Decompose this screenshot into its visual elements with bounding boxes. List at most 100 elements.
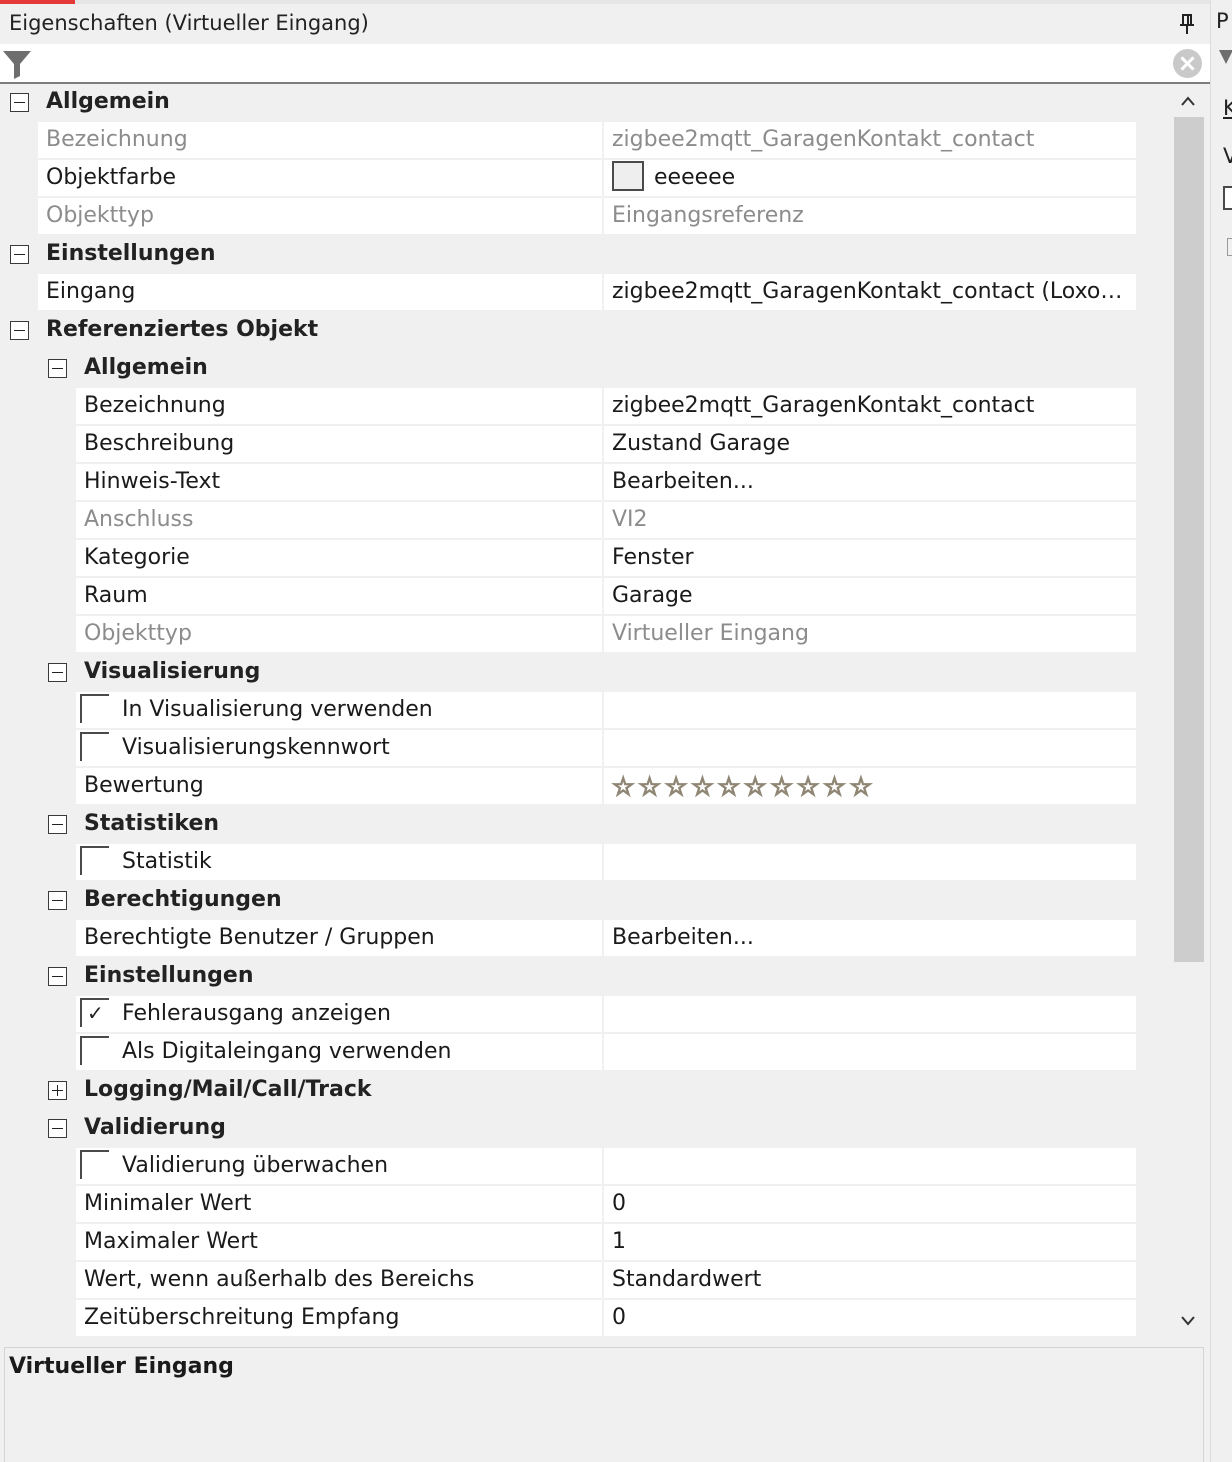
property-row-visualisierungskennwort[interactable]: Visualisierungskennwort bbox=[0, 730, 1172, 768]
category-allgemein[interactable]: Allgemein bbox=[0, 84, 1172, 122]
property-value: Virtueller Eingang bbox=[604, 616, 1136, 652]
panel-title: Eigenschaften (Virtueller Eingang) bbox=[9, 11, 369, 35]
property-row-eingang[interactable]: Eingang zigbee2mqtt_GaragenKontakt_conta… bbox=[0, 274, 1172, 312]
property-row-hinweis-text[interactable]: Hinweis-Text Bearbeiten... bbox=[0, 464, 1172, 502]
property-row-ausserhalb[interactable]: Wert, wenn außerhalb des Bereichs Standa… bbox=[0, 1262, 1172, 1300]
collapse-minus-icon[interactable] bbox=[10, 321, 29, 340]
property-name: Objekttyp bbox=[38, 198, 602, 234]
collapse-minus-icon[interactable] bbox=[10, 245, 29, 264]
vertical-scrollbar[interactable] bbox=[1172, 84, 1204, 1338]
property-name: Eingang bbox=[38, 274, 602, 310]
adjacent-panel-link[interactable]: K bbox=[1223, 96, 1232, 120]
property-value[interactable]: eeeeee bbox=[604, 160, 1136, 196]
checkmark-icon: ✓ bbox=[87, 1001, 104, 1025]
property-value: Eingangsreferenz bbox=[604, 198, 1136, 234]
property-row-maximaler-wert[interactable]: Maximaler Wert 1 bbox=[0, 1224, 1172, 1262]
property-value[interactable]: ☆☆☆☆☆☆☆☆☆☆ bbox=[604, 768, 1136, 804]
expand-plus-icon[interactable] bbox=[48, 1081, 67, 1100]
category-label: Visualisierung bbox=[84, 659, 261, 684]
fehlerausgang-checkbox[interactable]: ✓ bbox=[80, 998, 109, 1027]
property-value[interactable]: 0 bbox=[604, 1300, 1136, 1336]
property-row-digitaleingang[interactable]: Als Digitaleingang verwenden bbox=[0, 1034, 1172, 1072]
adjacent-checkbox[interactable] bbox=[1223, 186, 1232, 210]
property-row-beschreibung[interactable]: Beschreibung Zustand Garage bbox=[0, 426, 1172, 464]
property-value[interactable]: Bearbeiten... bbox=[604, 464, 1136, 500]
property-row-ref-bezeichnung[interactable]: Bezeichnung zigbee2mqtt_GaragenKontakt_c… bbox=[0, 388, 1172, 426]
property-row-minimaler-wert[interactable]: Minimaler Wert 0 bbox=[0, 1186, 1172, 1224]
property-row-objekttyp: Objekttyp Eingangsreferenz bbox=[0, 198, 1172, 236]
property-name: Berechtigte Benutzer / Gruppen bbox=[76, 920, 602, 956]
property-value[interactable]: Standardwert bbox=[604, 1262, 1136, 1298]
collapse-minus-icon[interactable] bbox=[48, 1119, 67, 1138]
property-name: Zeitüberschreitung Empfang bbox=[76, 1300, 602, 1336]
validierung-checkbox[interactable] bbox=[80, 1150, 109, 1179]
property-name: Wert, wenn außerhalb des Bereichs bbox=[76, 1262, 602, 1298]
property-row-fehlerausgang[interactable]: ✓ Fehlerausgang anzeigen bbox=[0, 996, 1172, 1034]
category-label: Validierung bbox=[84, 1115, 226, 1140]
property-name: Raum bbox=[76, 578, 602, 614]
subcategory-allgemein[interactable]: Allgemein bbox=[0, 350, 1172, 388]
digitaleingang-checkbox[interactable] bbox=[80, 1036, 109, 1065]
collapse-minus-icon[interactable] bbox=[48, 663, 67, 682]
property-row-kategorie[interactable]: Kategorie Fenster bbox=[0, 540, 1172, 578]
subcategory-berechtigungen[interactable]: Berechtigungen bbox=[0, 882, 1172, 920]
property-row-berechtigte-benutzer[interactable]: Berechtigte Benutzer / Gruppen Bearbeite… bbox=[0, 920, 1172, 958]
property-value[interactable]: Fenster bbox=[604, 540, 1136, 576]
filter-funnel-icon bbox=[2, 49, 32, 79]
property-row-in-visualisierung[interactable]: In Visualisierung verwenden bbox=[0, 692, 1172, 730]
scrollbar-thumb[interactable] bbox=[1174, 117, 1204, 962]
property-value[interactable]: zigbee2mqtt_GaragenKontakt_contact (Loxo… bbox=[604, 274, 1136, 310]
property-value[interactable]: 1 bbox=[604, 1224, 1136, 1260]
checkbox-label: Als Digitaleingang verwenden bbox=[122, 1039, 452, 1064]
visualisierungskennwort-checkbox[interactable] bbox=[80, 732, 109, 761]
property-row-objektfarbe[interactable]: Objektfarbe eeeeee bbox=[0, 160, 1172, 198]
property-value[interactable]: Bearbeiten... bbox=[604, 920, 1136, 956]
property-name: Minimaler Wert bbox=[76, 1186, 602, 1222]
subcategory-statistiken[interactable]: Statistiken bbox=[0, 806, 1172, 844]
visualisierung-verwenden-checkbox[interactable] bbox=[80, 694, 109, 723]
property-value bbox=[604, 1034, 1136, 1070]
category-label: Referenziertes Objekt bbox=[46, 317, 319, 342]
color-swatch[interactable] bbox=[612, 161, 644, 191]
property-value[interactable]: Garage bbox=[604, 578, 1136, 614]
property-value[interactable]: Zustand Garage bbox=[604, 426, 1136, 462]
subcategory-einstellungen[interactable]: Einstellungen bbox=[0, 958, 1172, 996]
category-einstellungen[interactable]: Einstellungen bbox=[0, 236, 1172, 274]
property-row-raum[interactable]: Raum Garage bbox=[0, 578, 1172, 616]
category-label: Statistiken bbox=[84, 811, 220, 836]
scroll-down-icon[interactable] bbox=[1172, 1306, 1204, 1336]
property-value[interactable]: 0 bbox=[604, 1186, 1136, 1222]
property-row-validierung-ueberwachen[interactable]: Validierung überwachen bbox=[0, 1148, 1172, 1186]
property-row-bewertung[interactable]: Bewertung ☆☆☆☆☆☆☆☆☆☆ bbox=[0, 768, 1172, 806]
property-name: Anschluss bbox=[76, 502, 602, 538]
scroll-up-icon[interactable] bbox=[1172, 86, 1204, 116]
collapse-minus-icon[interactable] bbox=[48, 891, 67, 910]
collapse-minus-icon[interactable] bbox=[48, 815, 67, 834]
property-row-statistik[interactable]: Statistik bbox=[0, 844, 1172, 882]
property-name: Beschreibung bbox=[76, 426, 602, 462]
property-name: Kategorie bbox=[76, 540, 602, 576]
property-value[interactable]: zigbee2mqtt_GaragenKontakt_contact bbox=[604, 388, 1136, 424]
property-row-anschluss: Anschluss VI2 bbox=[0, 502, 1172, 540]
category-label: Einstellungen bbox=[84, 963, 254, 988]
property-value bbox=[604, 1148, 1136, 1184]
property-row-ref-objekttyp: Objekttyp Virtueller Eingang bbox=[0, 616, 1172, 654]
collapse-minus-icon[interactable] bbox=[48, 967, 67, 986]
subcategory-logging[interactable]: Logging/Mail/Call/Track bbox=[0, 1072, 1172, 1110]
collapse-minus-icon[interactable] bbox=[48, 359, 67, 378]
filter-input[interactable] bbox=[38, 48, 1168, 80]
category-label: Logging/Mail/Call/Track bbox=[84, 1077, 372, 1102]
category-referenziertes-objekt[interactable]: Referenziertes Objekt bbox=[0, 312, 1172, 350]
checkbox-label: Statistik bbox=[122, 849, 212, 874]
pin-icon[interactable] bbox=[1177, 12, 1197, 36]
subcategory-visualisierung[interactable]: Visualisierung bbox=[0, 654, 1172, 692]
category-label: Einstellungen bbox=[46, 241, 216, 266]
collapse-minus-icon[interactable] bbox=[10, 93, 29, 112]
rating-star-icon[interactable]: ☆☆☆☆☆☆☆☆☆☆ bbox=[611, 772, 876, 802]
property-row-zeitueberschreitung[interactable]: Zeitüberschreitung Empfang 0 bbox=[0, 1300, 1172, 1338]
property-row-bezeichnung: Bezeichnung zigbee2mqtt_GaragenKontakt_c… bbox=[0, 122, 1172, 160]
property-value bbox=[604, 996, 1136, 1032]
statistik-checkbox[interactable] bbox=[80, 846, 109, 875]
subcategory-validierung[interactable]: Validierung bbox=[0, 1110, 1172, 1148]
clear-filter-icon[interactable] bbox=[1173, 49, 1202, 78]
